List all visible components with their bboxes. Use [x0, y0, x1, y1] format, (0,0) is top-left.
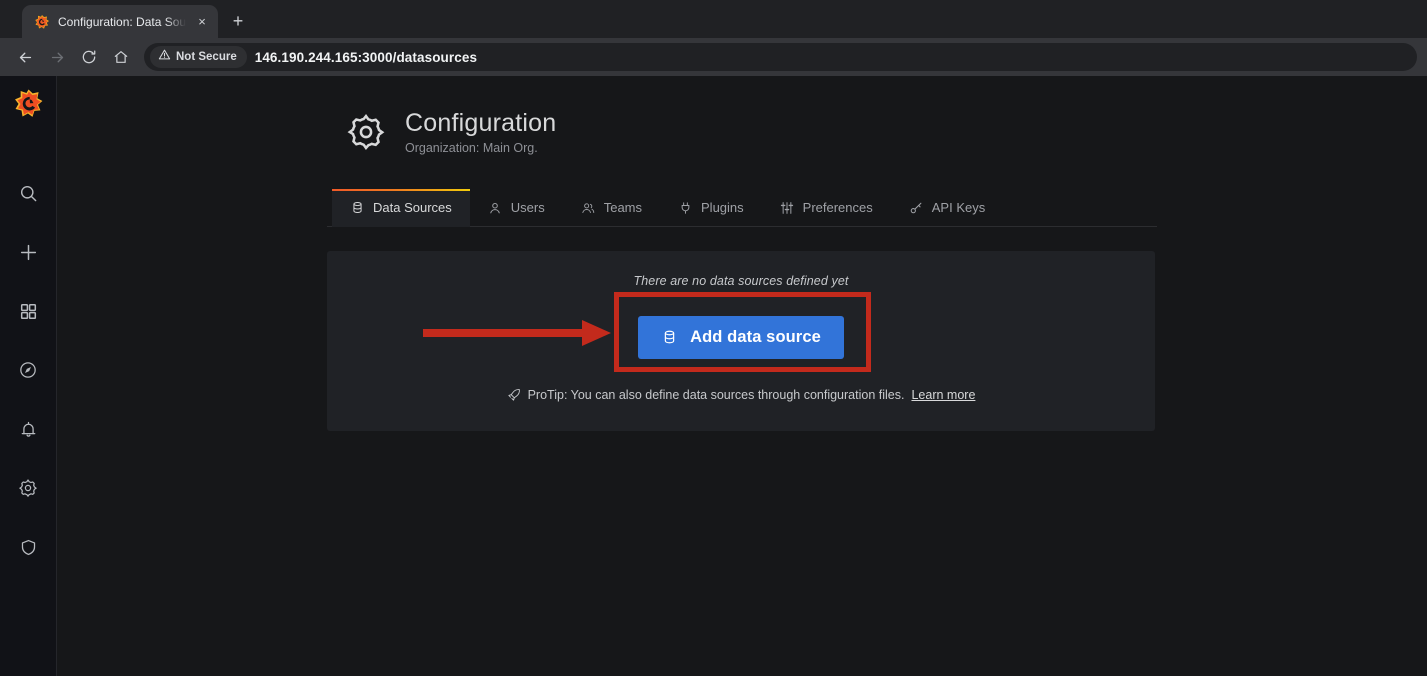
gear-icon — [345, 111, 387, 153]
sidebar-item-search[interactable] — [8, 173, 48, 213]
url-text: 146.190.244.165:3000/datasources — [255, 50, 477, 65]
tab-teams[interactable]: Teams — [563, 189, 660, 227]
gear-icon — [18, 478, 38, 498]
browser-tabstrip: Configuration: Data Sources - × + — [0, 0, 1427, 38]
sidebar — [0, 76, 57, 676]
back-arrow-icon[interactable] — [10, 42, 40, 72]
reload-icon[interactable] — [74, 42, 104, 72]
sidebar-item-create[interactable] — [8, 232, 48, 272]
sliders-icon — [780, 201, 794, 215]
user-icon — [488, 201, 502, 215]
datasource-empty-state-panel: There are no data sources defined yet Ad… — [327, 251, 1155, 431]
browser-toolbar: Not Secure 146.190.244.165:3000/datasour… — [0, 38, 1427, 76]
tab-label: Teams — [604, 200, 642, 215]
sidebar-item-explore[interactable] — [8, 350, 48, 390]
rocket-icon — [507, 388, 521, 402]
close-icon[interactable]: × — [194, 14, 210, 30]
grafana-app: Configuration Organization: Main Org. Da… — [0, 76, 1427, 676]
main-content: Configuration Organization: Main Org. Da… — [57, 76, 1427, 676]
cta-row: Add data source — [327, 316, 1155, 359]
forward-arrow-icon — [42, 42, 72, 72]
browser-chrome: Configuration: Data Sources - × + — [0, 0, 1427, 76]
sidebar-item-configuration[interactable] — [8, 468, 48, 508]
tab-label: Preferences — [803, 200, 873, 215]
browser-tab-title: Configuration: Data Sources - — [58, 15, 186, 29]
new-tab-button[interactable]: + — [224, 7, 252, 35]
tab-data-sources[interactable]: Data Sources — [332, 189, 470, 227]
learn-more-link[interactable]: Learn more — [911, 388, 975, 402]
security-status-label: Not Secure — [176, 51, 237, 63]
users-icon — [581, 201, 595, 215]
warning-triangle-icon — [158, 48, 171, 66]
empty-state-message: There are no data sources defined yet — [327, 274, 1155, 288]
tab-api-keys[interactable]: API Keys — [891, 189, 1003, 227]
key-icon — [909, 201, 923, 215]
plug-icon — [678, 201, 692, 215]
home-icon[interactable] — [106, 42, 136, 72]
tab-label: Data Sources — [373, 200, 452, 215]
tab-users[interactable]: Users — [470, 189, 563, 227]
tab-preferences[interactable]: Preferences — [762, 189, 891, 227]
sidebar-item-alerting[interactable] — [8, 409, 48, 449]
compass-icon — [18, 360, 38, 380]
tab-bar: Data Sources Users — [327, 189, 1157, 227]
page-header: Configuration Organization: Main Org. — [327, 109, 1157, 155]
page-subtitle: Organization: Main Org. — [405, 141, 556, 155]
tab-label: API Keys — [932, 200, 985, 215]
dashboards-grid-icon — [19, 302, 38, 321]
page-title: Configuration — [405, 109, 556, 139]
protip-row: ProTip: You can also define data sources… — [327, 388, 1155, 402]
address-bar[interactable]: Not Secure 146.190.244.165:3000/datasour… — [144, 43, 1417, 71]
grafana-logo-icon — [34, 14, 50, 30]
database-icon — [661, 329, 678, 346]
shield-icon — [19, 538, 38, 557]
tab-plugins[interactable]: Plugins — [660, 189, 762, 227]
security-status-chip[interactable]: Not Secure — [150, 46, 247, 68]
add-data-source-label: Add data source — [690, 328, 821, 347]
search-icon — [18, 183, 39, 204]
plus-icon — [18, 242, 39, 263]
database-icon — [350, 201, 364, 215]
tab-label: Users — [511, 200, 545, 215]
sidebar-item-server-admin[interactable] — [8, 527, 48, 567]
bell-icon — [19, 420, 38, 439]
sidebar-item-dashboards[interactable] — [8, 291, 48, 331]
tab-label: Plugins — [701, 200, 744, 215]
protip-text: ProTip: You can also define data sources… — [528, 388, 905, 402]
browser-tab[interactable]: Configuration: Data Sources - × — [22, 5, 218, 38]
sidebar-logo-grafana-logo-icon[interactable] — [10, 85, 46, 121]
add-data-source-button[interactable]: Add data source — [638, 316, 844, 359]
